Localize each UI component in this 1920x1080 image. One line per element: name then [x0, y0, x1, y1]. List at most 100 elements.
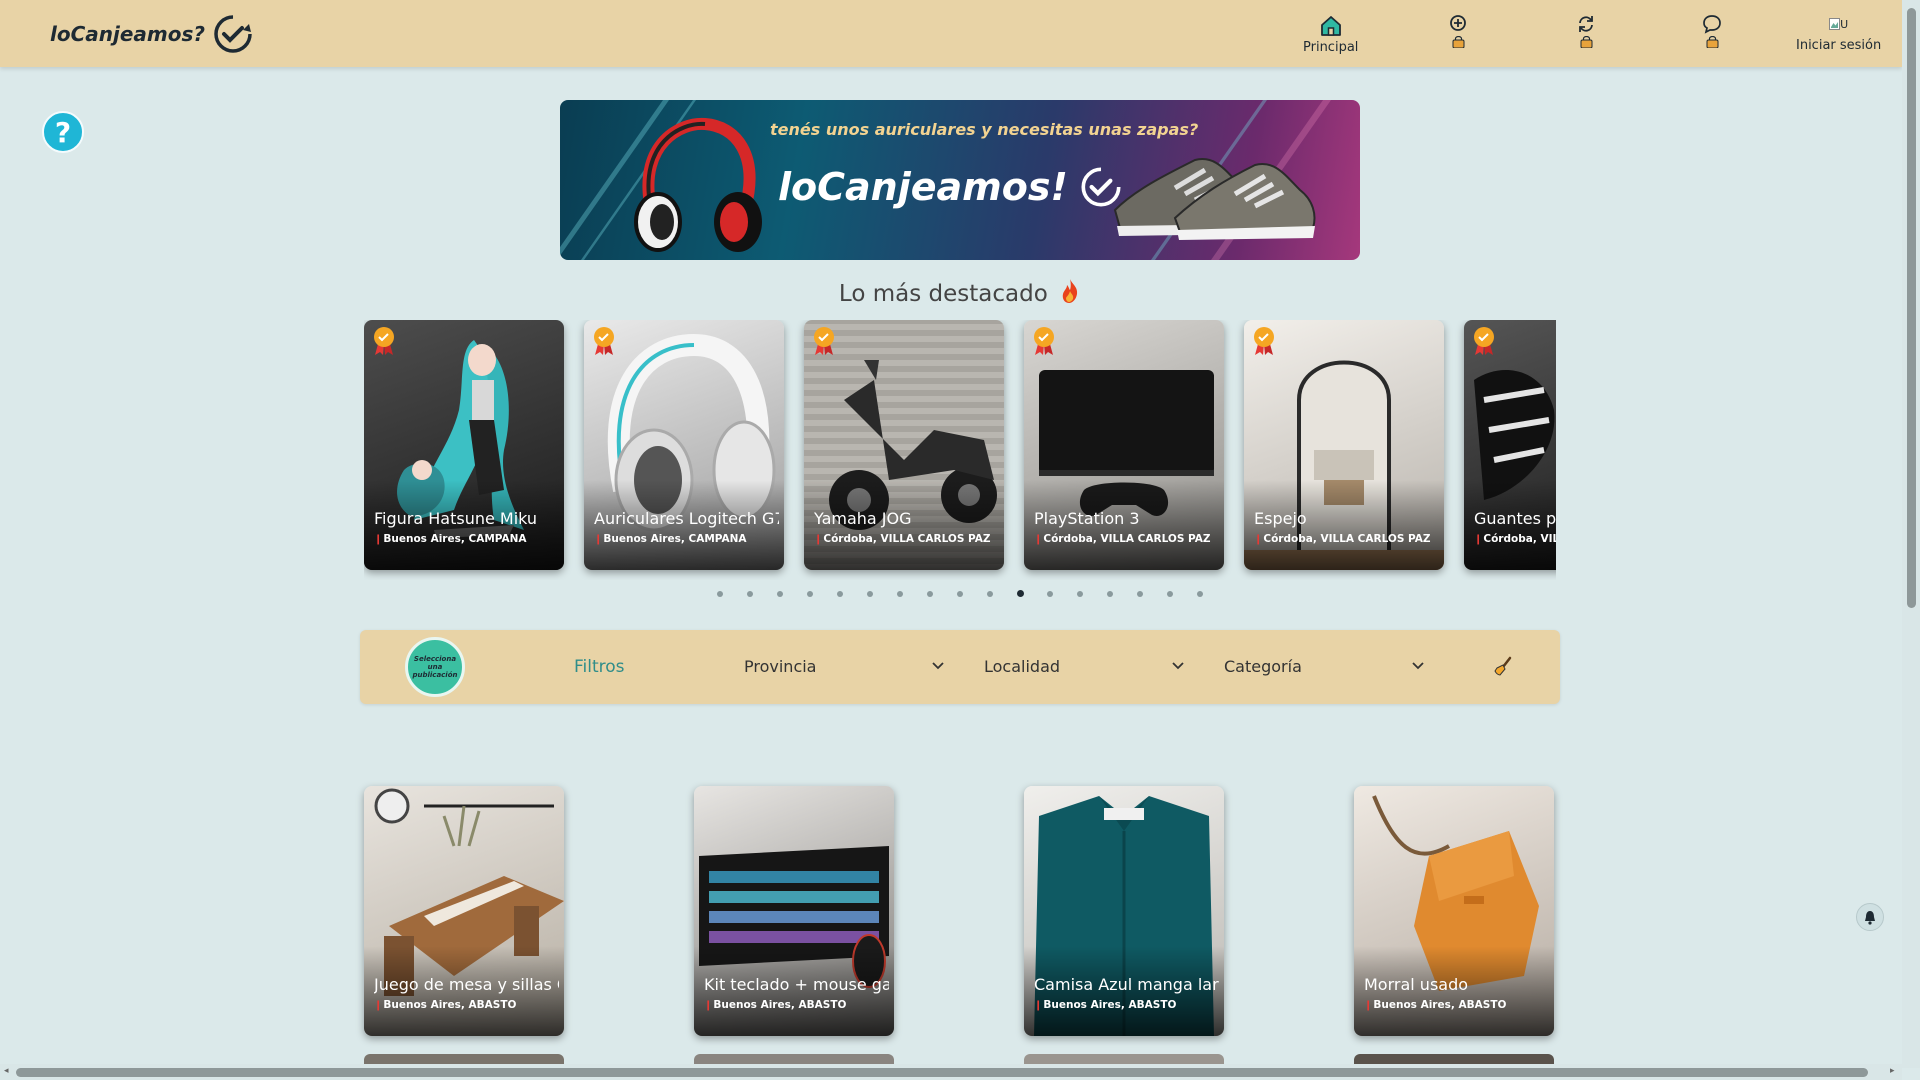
location-pin-icon: ❙	[374, 1000, 383, 1011]
card-location: ❙Buenos Aires, ABASTO	[1364, 999, 1549, 1011]
listing-card[interactable]: Kit teclado + mouse gam ❙Buenos Aires, A…	[694, 786, 894, 1036]
chevron-down-icon	[1412, 662, 1424, 670]
location-pin-icon: ❙	[374, 534, 383, 545]
carousel-dot[interactable]	[1077, 591, 1083, 597]
card-location: ❙Córdoba, VILLA CARLOS PAZ	[1034, 533, 1219, 545]
card-location-text: Córdoba, VILLA	[1483, 533, 1556, 545]
card-location-text: Buenos Aires, CAMPANA	[603, 533, 747, 545]
nav-principal[interactable]: Principal	[1303, 14, 1358, 55]
banner-brand-text: loCanjeamos!	[778, 165, 1068, 209]
category-select[interactable]: Categoría	[1224, 650, 1424, 682]
carousel-dot[interactable]	[1047, 591, 1053, 597]
featured-title: Lo más destacado	[0, 278, 1920, 307]
listing-card[interactable]: Juego de mesa y sillas C ❙Buenos Aires, …	[364, 786, 564, 1036]
card-title: Juego de mesa y sillas C	[374, 975, 559, 994]
featured-card[interactable]: Yamaha JOG ❙Córdoba, VILLA CARLOS PAZ	[804, 320, 1004, 570]
location-pin-icon: ❙	[814, 534, 823, 545]
select-publication-button[interactable]: Selecciona una publicación	[405, 637, 465, 697]
featured-badge-icon	[374, 327, 394, 355]
carousel-dot[interactable]	[987, 591, 993, 597]
chat-icon	[1703, 15, 1721, 34]
user-avatar-icon: U	[1829, 14, 1848, 34]
province-select[interactable]: Provincia	[744, 650, 944, 682]
carousel-dot[interactable]	[717, 591, 723, 597]
location-pin-icon: ❙	[1254, 534, 1263, 545]
home-icon	[1320, 16, 1341, 36]
help-button[interactable]: ?	[42, 111, 84, 153]
card-location-text: Buenos Aires, CAMPANA	[383, 533, 527, 545]
featured-carousel[interactable]: Figura Hatsune Miku ❙Buenos Aires, CAMPA…	[364, 320, 1556, 580]
user-avatar-alt: U	[1840, 17, 1849, 31]
logo-check-cycle-icon	[214, 15, 252, 53]
listing-card-partial[interactable]	[694, 1054, 894, 1064]
carousel-dot[interactable]	[1197, 591, 1203, 597]
location-pin-icon: ❙	[594, 534, 603, 545]
featured-title-text: Lo más destacado	[838, 281, 1048, 307]
featured-card[interactable]: Figura Hatsune Miku ❙Buenos Aires, CAMPA…	[364, 320, 564, 570]
card-location-text: Buenos Aires, ABASTO	[1373, 999, 1507, 1011]
lock-icon	[1580, 36, 1592, 48]
clear-filters-broom-icon[interactable]	[1493, 656, 1513, 676]
notifications-button[interactable]	[1856, 903, 1884, 931]
featured-badge-icon	[1034, 327, 1054, 355]
carousel-dot[interactable]	[1107, 591, 1113, 597]
carousel-dot[interactable]	[927, 591, 933, 597]
scroll-left-arrow-icon[interactable]: ◂	[4, 1066, 9, 1076]
card-location: ❙Buenos Aires, CAMPANA	[594, 533, 779, 545]
location-pin-icon: ❙	[704, 1000, 713, 1011]
card-location: ❙Córdoba, VILLA CARLOS PAZ	[1254, 533, 1439, 545]
nav-chat[interactable]	[1702, 14, 1722, 48]
card-location-text: Córdoba, VILLA CARLOS PAZ	[1263, 533, 1431, 545]
carousel-dot[interactable]	[807, 591, 813, 597]
card-location: ❙Buenos Aires, CAMPANA	[374, 533, 559, 545]
carousel-dot[interactable]	[867, 591, 873, 597]
nav-exchanges[interactable]	[1576, 14, 1596, 48]
card-location-text: Buenos Aires, ABASTO	[1043, 999, 1177, 1011]
card-location-text: Buenos Aires, ABASTO	[383, 999, 517, 1011]
card-location-text: Córdoba, VILLA CARLOS PAZ	[823, 533, 991, 545]
card-title: Auriculares Logitech G733	[594, 509, 779, 528]
banner-brand: loCanjeamos!	[778, 162, 1126, 212]
carousel-dot[interactable]	[1137, 591, 1143, 597]
vertical-scrollbar[interactable]	[1902, 0, 1920, 1068]
promo-banner[interactable]: tenés unos auriculares y necesitas unas …	[560, 100, 1360, 260]
nav-publish[interactable]	[1449, 14, 1467, 48]
card-title: Espejo	[1254, 509, 1307, 528]
carousel-dot[interactable]	[837, 591, 843, 597]
scroll-right-arrow-icon[interactable]: ▸	[1890, 1066, 1895, 1076]
featured-card[interactable]: PlayStation 3 ❙Córdoba, VILLA CARLOS PAZ	[1024, 320, 1224, 570]
carousel-dot[interactable]	[1017, 590, 1024, 597]
card-location: ❙Buenos Aires, ABASTO	[1034, 999, 1219, 1011]
featured-badge-icon	[814, 327, 834, 355]
featured-card[interactable]: Espejo ❙Córdoba, VILLA CARLOS PAZ	[1244, 320, 1444, 570]
featured-card[interactable]: Guantes pa ❙Córdoba, VILLA	[1464, 320, 1556, 570]
card-title: Morral usado	[1364, 975, 1469, 994]
carousel-dot[interactable]	[777, 591, 783, 597]
carousel-dot[interactable]	[897, 591, 903, 597]
listing-card-partial[interactable]	[1024, 1054, 1224, 1064]
featured-card[interactable]: Auriculares Logitech G733 ❙Buenos Aires,…	[584, 320, 784, 570]
listing-card-partial[interactable]	[364, 1054, 564, 1064]
exchange-icon	[1579, 16, 1593, 32]
location-pin-icon: ❙	[1034, 1000, 1043, 1011]
logo-text: loCanjeamos?	[50, 22, 206, 46]
listing-card[interactable]: Camisa Azul manga larga ❙Buenos Aires, A…	[1024, 786, 1224, 1036]
vertical-scroll-thumb[interactable]	[1907, 8, 1916, 608]
listing-card-partial[interactable]	[1354, 1054, 1554, 1064]
horizontal-scrollbar[interactable]: ◂ ▸	[0, 1064, 1902, 1080]
nav-login[interactable]: U Iniciar sesión	[1796, 14, 1881, 54]
carousel-dot[interactable]	[1167, 591, 1173, 597]
horizontal-scroll-thumb[interactable]	[16, 1068, 1868, 1077]
carousel-dots	[0, 590, 1920, 601]
featured-badge-icon	[1474, 327, 1494, 355]
carousel-dot[interactable]	[957, 591, 963, 597]
locality-select[interactable]: Localidad	[984, 650, 1184, 682]
bell-icon	[1865, 910, 1875, 925]
carousel-dot[interactable]	[747, 591, 753, 597]
chevron-down-icon	[1172, 662, 1184, 670]
top-navbar: loCanjeamos? Principal U Iniciar sesión	[0, 0, 1902, 67]
listing-card[interactable]: Morral usado ❙Buenos Aires, ABASTO	[1354, 786, 1554, 1036]
locality-select-value: Localidad	[984, 656, 1061, 676]
logo[interactable]: loCanjeamos?	[50, 12, 257, 56]
lock-icon	[1706, 36, 1718, 48]
